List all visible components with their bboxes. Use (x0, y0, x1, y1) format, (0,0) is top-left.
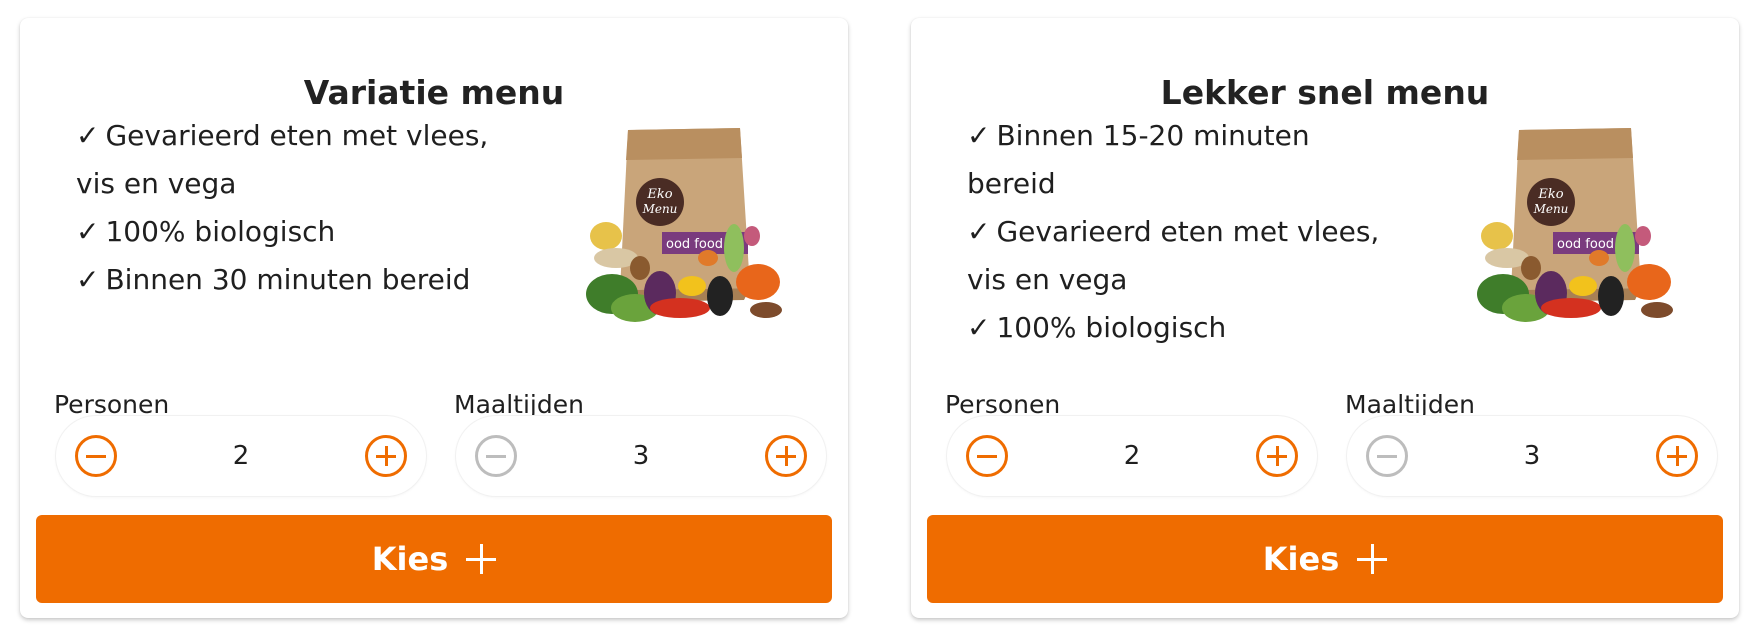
checkmark-icon: ✓ (967, 311, 991, 344)
feature-list: ✓ Binnen 15-20 minuten bereid ✓ Gevarieerd… (967, 112, 1407, 352)
menu-card-lekker-snel: Lekker snel menu ✓ Binnen 15-20 minuten b… (911, 18, 1739, 618)
meals-decrease-button[interactable] (475, 435, 517, 477)
minus-circle-icon (86, 454, 106, 458)
persons-stepper: 2 (56, 416, 426, 496)
card-title: Lekker snel menu (1160, 73, 1490, 112)
persons-value: 2 (1123, 441, 1141, 471)
persons-label: Personen (945, 390, 1061, 419)
minus-circle-icon (977, 454, 997, 458)
feature-text: Binnen 30 minuten bereid (105, 263, 471, 296)
feature-list: ✓ Gevarieerd eten met vlees, vis en vega … (76, 112, 516, 304)
minus-circle-icon (486, 454, 506, 458)
meals-label: Maaltijden (454, 390, 584, 419)
product-bag-image: Eko Menu ood food (586, 128, 782, 322)
logo-text: Eko (1537, 187, 1563, 202)
kies-button[interactable]: Kies (927, 515, 1723, 603)
feature-text: 100% biologisch (105, 215, 336, 248)
feature-text: Gevarieerd eten met vlees, vis en vega (76, 119, 489, 200)
meals-value: 3 (1523, 441, 1541, 471)
bag-tagline: ood food (666, 237, 723, 252)
meals-stepper: 3 (456, 416, 826, 496)
persons-value: 2 (232, 441, 250, 471)
kies-button-label: Kies (371, 540, 449, 578)
meals-increase-button[interactable] (1656, 435, 1698, 477)
feature-item: ✓ Binnen 30 minuten bereid (76, 256, 516, 304)
meals-label: Maaltijden (1345, 390, 1475, 419)
minus-circle-icon (1377, 454, 1397, 458)
kies-button[interactable]: Kies (36, 515, 832, 603)
bag-tagline: ood food (1557, 237, 1614, 252)
feature-item: ✓ Binnen 15-20 minuten bereid (967, 112, 1407, 208)
persons-decrease-button[interactable] (75, 435, 117, 477)
checkmark-icon: ✓ (967, 215, 991, 248)
persons-increase-button[interactable] (365, 435, 407, 477)
meals-decrease-button[interactable] (1366, 435, 1408, 477)
feature-item: ✓ 100% biologisch (967, 304, 1407, 352)
persons-decrease-button[interactable] (966, 435, 1008, 477)
feature-text: 100% biologisch (996, 311, 1227, 344)
logo-text: Menu (1533, 202, 1569, 216)
logo-text: Eko (646, 187, 672, 202)
persons-label: Personen (54, 390, 170, 419)
meals-value: 3 (632, 441, 650, 471)
meals-increase-button[interactable] (765, 435, 807, 477)
feature-text: Gevarieerd eten met vlees, vis en vega (967, 215, 1380, 296)
checkmark-icon: ✓ (76, 119, 100, 152)
checkmark-icon: ✓ (76, 215, 100, 248)
feature-text: Binnen 15-20 minuten bereid (967, 119, 1310, 200)
checkmark-icon: ✓ (967, 119, 991, 152)
product-bag-image: Eko Menu ood food (1477, 128, 1673, 322)
plus-icon (1357, 544, 1388, 574)
menu-card-variatie: Variatie menu ✓ Gevarieerd eten met vlees… (20, 18, 848, 618)
checkmark-icon: ✓ (76, 263, 100, 296)
feature-item: ✓ Gevarieerd eten met vlees, vis en vega (76, 112, 516, 208)
persons-increase-button[interactable] (1256, 435, 1298, 477)
persons-stepper: 2 (947, 416, 1317, 496)
logo-text: Menu (642, 202, 678, 216)
plus-icon (466, 544, 497, 574)
meals-stepper: 3 (1347, 416, 1717, 496)
feature-item: ✓ Gevarieerd eten met vlees, vis en vega (967, 208, 1407, 304)
feature-item: ✓ 100% biologisch (76, 208, 516, 256)
kies-button-label: Kies (1262, 540, 1340, 578)
card-title: Variatie menu (303, 73, 565, 112)
